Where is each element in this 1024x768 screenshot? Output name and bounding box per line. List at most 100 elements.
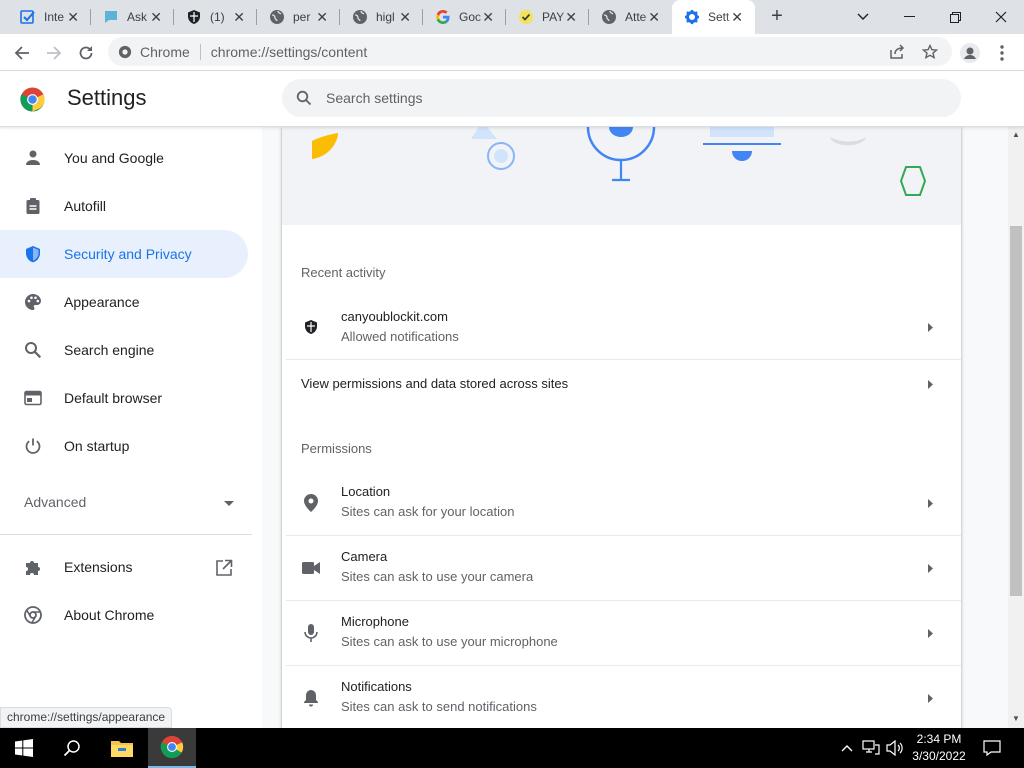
tab-search-button[interactable]	[840, 0, 886, 34]
close-icon[interactable]: ✕	[648, 10, 660, 24]
minimize-button[interactable]	[886, 0, 932, 34]
chevron-up-icon[interactable]	[838, 739, 856, 757]
chrome-logo	[20, 87, 45, 112]
start-button[interactable]	[0, 728, 48, 768]
site-chip[interactable]: Chrome	[108, 44, 190, 60]
tab-6[interactable]: Goc ✕	[423, 0, 506, 34]
sidebar-item-appearance[interactable]: Appearance	[0, 278, 248, 326]
microphone-icon	[301, 623, 321, 643]
search-input[interactable]	[326, 90, 926, 106]
permission-row-microphone[interactable]: Microphone Sites can ask to use your mic…	[282, 600, 961, 665]
sidebar-item-you-and-google[interactable]: You and Google	[0, 134, 248, 182]
tab-4[interactable]: per ✕	[257, 0, 340, 34]
url-text[interactable]: chrome://settings/content	[211, 44, 367, 60]
volume-icon[interactable]	[886, 739, 904, 757]
settings-search[interactable]	[282, 79, 961, 117]
permission-title: Camera	[341, 549, 388, 564]
tab-8[interactable]: Atte ✕	[589, 0, 672, 34]
taskbar-search-button[interactable]	[48, 728, 96, 768]
forward-button[interactable]	[41, 40, 67, 66]
notifications-icon[interactable]	[983, 739, 1001, 757]
sidebar-item-label: Search engine	[64, 342, 155, 358]
close-icon[interactable]: ✕	[150, 10, 162, 24]
search-icon	[294, 88, 314, 108]
menu-kebab-icon[interactable]	[989, 40, 1015, 66]
restore-button[interactable]	[932, 0, 978, 34]
close-icon[interactable]: ✕	[565, 10, 577, 24]
tab-settings[interactable]: Sett ✕	[672, 0, 755, 34]
close-window-button[interactable]	[978, 0, 1024, 34]
globe-icon	[352, 9, 368, 25]
chrome-icon	[23, 605, 43, 625]
permission-title: Microphone	[341, 614, 409, 629]
scroll-down-icon[interactable]: ▼	[1012, 714, 1020, 723]
google-icon	[435, 9, 451, 25]
sidebar-item-about-chrome[interactable]: About Chrome	[0, 591, 248, 639]
advanced-label: Advanced	[24, 494, 87, 510]
view-permissions-row[interactable]: View permissions and data stored across …	[282, 360, 961, 408]
tab-strip: Inte ✕ Ask ✕ (1) ✕ per ✕ higl ✕ Goc ✕ PA…	[0, 0, 1024, 34]
puzzle-icon	[23, 557, 43, 577]
arrow-right-icon	[927, 379, 935, 389]
tab-5[interactable]: higl ✕	[340, 0, 423, 34]
permission-row-notifications[interactable]: Notifications Sites can ask to send noti…	[282, 665, 961, 728]
star-icon[interactable]	[922, 44, 938, 60]
permission-subtitle: Sites can ask to use your microphone	[341, 634, 558, 649]
file-explorer-icon[interactable]	[98, 728, 146, 768]
recent-site-subtitle: Allowed notifications	[341, 329, 459, 344]
sidebar-item-security-and-privacy[interactable]: Security and Privacy	[0, 230, 248, 278]
sidebar-item-label: You and Google	[64, 150, 164, 166]
permission-title: Location	[341, 484, 391, 499]
close-icon[interactable]: ✕	[233, 10, 245, 24]
page-scrollbar[interactable]: ▲ ▼	[1008, 127, 1024, 728]
permission-row-location[interactable]: Location Sites can ask for your location	[282, 470, 961, 535]
close-icon[interactable]: ✕	[316, 10, 328, 24]
close-icon[interactable]: ✕	[67, 10, 79, 24]
site-chip-label: Chrome	[140, 43, 190, 60]
permission-title: Notifications	[341, 679, 412, 694]
profile-avatar[interactable]	[957, 40, 983, 66]
globe-icon	[601, 9, 617, 25]
sidebar-item-label: Default browser	[64, 390, 163, 406]
shield-icon	[301, 317, 321, 337]
scrollbar-thumb[interactable]	[1010, 226, 1022, 596]
tab-2[interactable]: Ask ✕	[91, 0, 174, 34]
permission-subtitle: Sites can ask to use your camera	[341, 569, 534, 584]
taskbar-clock[interactable]: 2:34 PM 3/30/2022	[906, 731, 972, 765]
recent-site-row[interactable]: canyoublockit.com Allowed notifications	[282, 295, 961, 359]
open-in-new-icon[interactable]	[215, 559, 233, 577]
sidebar-item-label: Security and Privacy	[64, 246, 192, 262]
sidebar-advanced-toggle[interactable]: Advanced	[24, 494, 234, 510]
close-icon[interactable]: ✕	[399, 10, 411, 24]
new-tab-button[interactable]: +	[765, 5, 789, 29]
address-bar[interactable]: Chrome chrome://settings/content	[108, 37, 952, 66]
permission-row-camera[interactable]: Camera Sites can ask to use your camera	[282, 535, 961, 600]
permissions-heading: Permissions	[301, 441, 372, 456]
sidebar-item-label: On startup	[64, 438, 130, 454]
sidebar-item-on-startup[interactable]: On startup	[0, 422, 248, 470]
arrow-right-icon	[927, 628, 935, 638]
location-pin-icon	[301, 493, 321, 513]
permission-subtitle: Sites can ask for your location	[341, 504, 515, 519]
back-button[interactable]	[9, 40, 35, 66]
network-icon[interactable]	[862, 739, 880, 757]
settings-main: Recent activity canyoublockit.com Allowe…	[262, 127, 1008, 728]
sidebar-item-extensions[interactable]: Extensions	[0, 543, 248, 591]
close-icon[interactable]: ✕	[731, 10, 743, 24]
close-icon[interactable]: ✕	[482, 10, 494, 24]
scroll-up-icon[interactable]: ▲	[1012, 130, 1020, 139]
sidebar-item-search-engine[interactable]: Search engine	[0, 326, 248, 374]
check-badge-icon	[518, 9, 534, 25]
chrome-taskbar-icon[interactable]	[148, 728, 196, 768]
sidebar-item-autofill[interactable]: Autofill	[0, 182, 248, 230]
reload-button[interactable]	[73, 40, 99, 66]
arrow-right-icon	[927, 498, 935, 508]
share-icon[interactable]	[889, 44, 905, 60]
clock-date: 3/30/2022	[912, 749, 966, 763]
clipboard-icon	[23, 196, 43, 216]
bell-icon	[301, 688, 321, 708]
tab-3[interactable]: (1) ✕	[174, 0, 257, 34]
tab-7[interactable]: PAY ✕	[506, 0, 589, 34]
sidebar-item-default-browser[interactable]: Default browser	[0, 374, 248, 422]
tab-1[interactable]: Inte ✕	[8, 0, 91, 34]
